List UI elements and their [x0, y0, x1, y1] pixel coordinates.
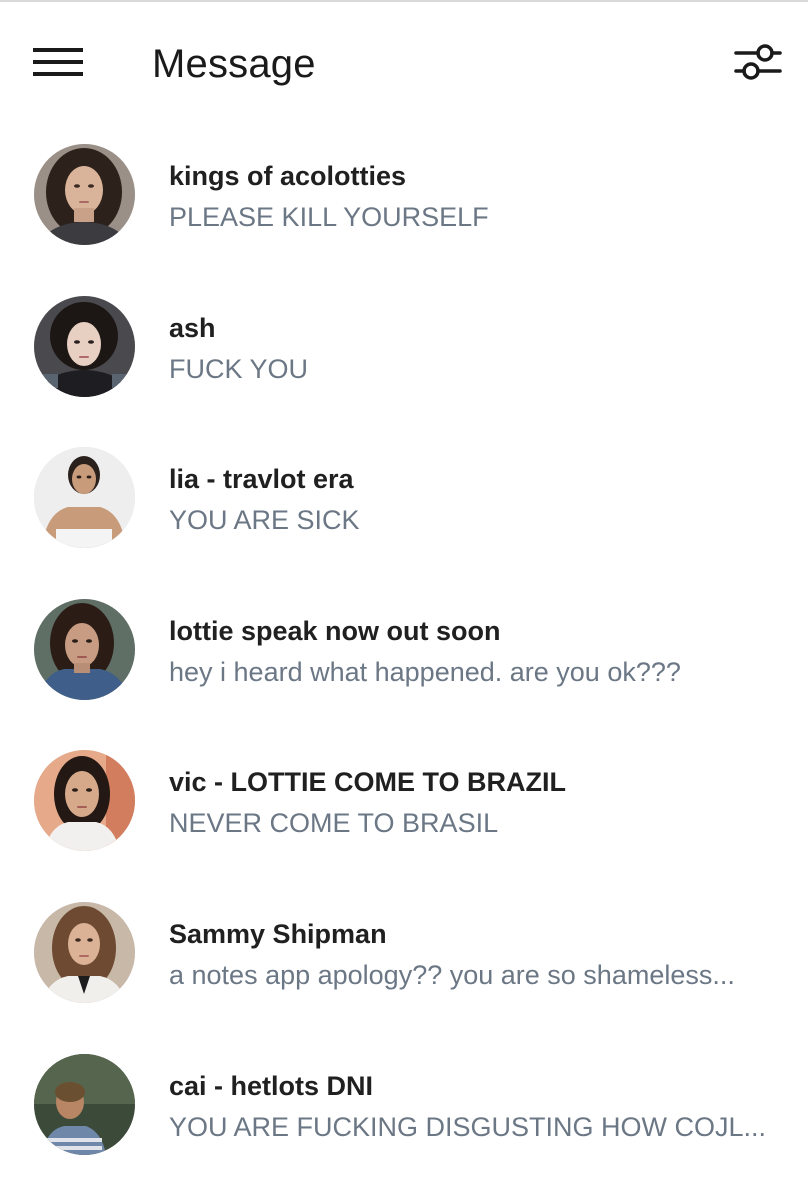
conversation-item[interactable]: cai - hetlots DNI YOU ARE FUCKING DISGUS… [0, 1030, 808, 1182]
avatar [34, 750, 135, 852]
conversation-item[interactable]: lottie speak now out soon hey i heard wh… [0, 575, 808, 727]
conversation-name: Sammy Shipman [169, 918, 387, 949]
conversation-name: lottie speak now out soon [169, 615, 501, 646]
conversation-name: lia - travlot era [169, 464, 354, 495]
avatar [34, 144, 135, 245]
conversation-name: kings of acolotties [169, 161, 407, 191]
avatar-photo [34, 750, 135, 852]
conversation-item[interactable]: ash FUCK YOU [0, 272, 808, 424]
app-bar: Message [0, 2, 808, 120]
avatar [34, 901, 135, 1003]
hamburger-menu-icon [33, 48, 83, 76]
conversation-item[interactable]: lia - travlot era YOU ARE SICK [0, 423, 808, 575]
avatar [34, 1053, 135, 1155]
conversation-preview: NEVER COME TO BRASIL [169, 808, 499, 839]
conversation-name: vic - LOTTIE COME TO BRAZIL [169, 767, 567, 798]
avatar-photo [34, 447, 135, 549]
conversation-name: ash [169, 312, 216, 343]
conversation-preview: PLEASE KILL YOURSELF [169, 202, 489, 232]
page-title: Message [152, 42, 316, 86]
avatar [34, 447, 135, 549]
conversation-preview: YOU ARE FUCKING DISGUSTING HOW COJL... [169, 1111, 767, 1142]
avatar-photo [34, 901, 135, 1003]
avatar-photo [34, 1053, 135, 1155]
conversation-preview: YOU ARE SICK [169, 505, 360, 536]
conversation-item[interactable]: kings of acolotties PLEASE KILL YOURSELF [0, 120, 808, 272]
conversation-name: cai - hetlots DNI [169, 1070, 374, 1101]
conversation-preview: FUCK YOU [169, 353, 309, 384]
avatar [34, 295, 135, 397]
avatar-photo [34, 598, 135, 700]
avatar-photo [34, 295, 135, 397]
conversation-item[interactable]: Sammy Shipman a notes app apology?? you … [0, 878, 808, 1030]
avatar [34, 598, 135, 700]
filter-button[interactable] [730, 36, 786, 88]
sliders-filter-icon [734, 44, 782, 80]
avatar-photo [34, 144, 135, 245]
menu-button[interactable] [28, 38, 88, 86]
conversation-preview: hey i heard what happened. are you ok??? [169, 656, 681, 687]
conversation-item[interactable]: vic - LOTTIE COME TO BRAZIL NEVER COME T… [0, 726, 808, 878]
conversation-preview: a notes app apology?? you are so shamele… [169, 959, 735, 990]
conversation-list: kings of acolotties PLEASE KILL YOURSELF… [0, 120, 808, 1181]
